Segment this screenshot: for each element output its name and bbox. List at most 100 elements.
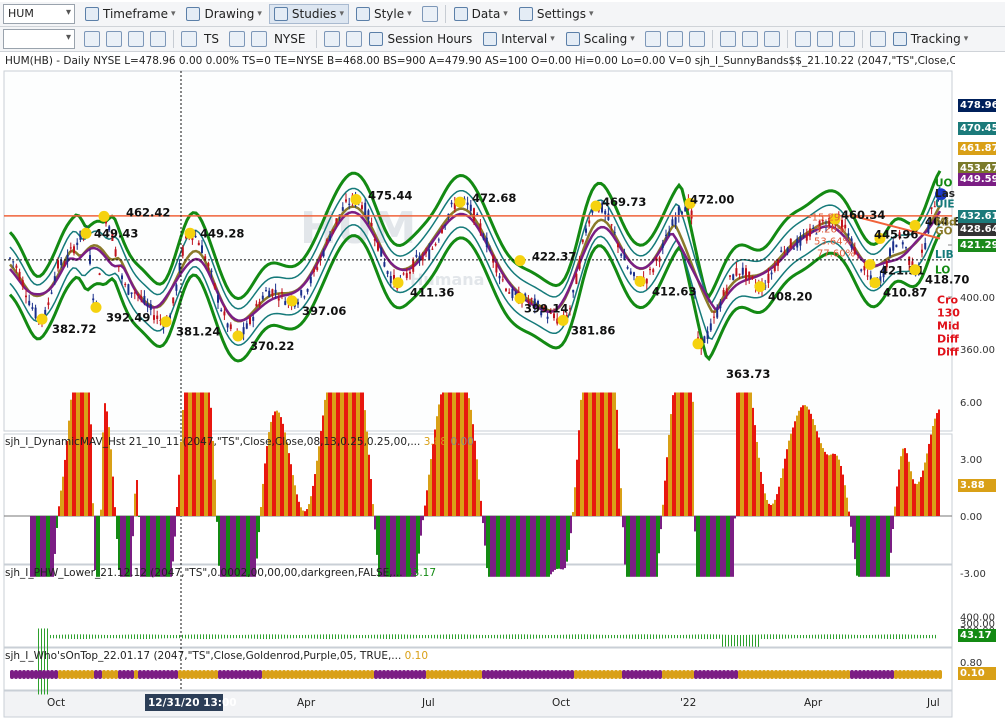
candle-body <box>409 271 411 274</box>
fit-icon[interactable] <box>838 31 855 47</box>
ind2-bar <box>602 634 603 639</box>
ind1-histogram-bar <box>182 409 184 516</box>
ind1-histogram-bar <box>820 443 822 516</box>
session-hours-button[interactable]: Session Hours <box>365 29 476 49</box>
ind3-strip-segment <box>146 670 150 679</box>
ind1-histogram-bar <box>930 434 932 516</box>
candle-body <box>610 224 613 226</box>
ind2-bar <box>221 634 222 639</box>
candle-icon[interactable] <box>666 31 683 47</box>
zoom-out-icon[interactable] <box>816 31 833 47</box>
ind2-bar <box>533 634 534 639</box>
swing-price-label: 469.73 <box>602 195 646 209</box>
ind3-strip-segment <box>386 670 390 679</box>
ind2-bar <box>800 634 801 639</box>
candle-body <box>441 229 443 233</box>
ind3-strip-segment <box>246 670 250 679</box>
ind3-strip-segment <box>622 670 626 679</box>
ind1-histogram-bar <box>670 414 672 516</box>
ind3-strip-segment <box>538 670 542 679</box>
swing-point-marker <box>557 314 569 326</box>
data-button[interactable]: Data ▾ <box>450 4 512 24</box>
ind3-strip-segment <box>226 670 230 679</box>
timeframe-button[interactable]: Timeframe ▾ <box>81 4 179 24</box>
ind3-strip-segment <box>150 670 154 679</box>
ind2-bar <box>788 634 789 639</box>
ind2-bar <box>524 634 525 639</box>
scaling-button[interactable]: Scaling ▾ <box>562 29 639 49</box>
ind3-strip-segment <box>182 670 186 679</box>
ind2-bar <box>782 634 783 639</box>
settings-button[interactable]: Settings ▾ <box>515 4 598 24</box>
chart-canvas[interactable]: HUMHumana440.00400.00360.00462.42449.434… <box>0 53 1005 721</box>
ind1-histogram-bar <box>552 516 554 572</box>
ind1-histogram-bar <box>792 427 794 516</box>
ind1-histogram-bar <box>512 516 514 577</box>
ind1-histogram-bar <box>348 392 350 516</box>
swing-point-marker <box>36 313 48 325</box>
ind3-strip-segment <box>506 670 510 679</box>
interval-button[interactable]: Interval ▾ <box>479 29 559 49</box>
grid-icon[interactable] <box>128 31 144 47</box>
ind3-strip-segment <box>166 670 170 679</box>
ind3-strip-segment <box>890 670 894 679</box>
candle-body <box>889 248 891 257</box>
line-icon[interactable] <box>763 31 780 47</box>
chart-area[interactable]: HUMHumana440.00400.00360.00462.42449.434… <box>0 53 1005 721</box>
calc-icon[interactable] <box>346 31 363 47</box>
candle-body <box>50 292 53 294</box>
nyse-button[interactable]: NYSE <box>270 29 310 49</box>
ind3-strip-segment <box>794 670 798 679</box>
ind1-histogram-bar <box>800 407 802 516</box>
ind2-bar <box>671 634 672 639</box>
swing-point-marker <box>232 330 244 342</box>
studies-button[interactable]: Studies ▾ <box>268 4 349 24</box>
ind1-histogram-bar <box>216 516 218 522</box>
ind2-bar <box>686 634 687 639</box>
candle-body <box>28 300 31 306</box>
ind1-histogram-bar <box>424 505 426 516</box>
candle-body <box>738 273 741 275</box>
ind1-histogram-bar <box>438 404 440 516</box>
style-button[interactable]: Style ▾ <box>352 4 416 24</box>
ohlc-icon[interactable] <box>719 31 736 47</box>
ind1-histogram-bar <box>660 516 662 530</box>
ind3-strip-segment <box>342 670 346 679</box>
symbol-input[interactable]: HUM <box>3 4 75 24</box>
candle-hollow-icon[interactable] <box>688 31 705 47</box>
chart-type-icon[interactable] <box>228 31 245 47</box>
bar-chart-icon[interactable] <box>644 31 661 47</box>
ind3-strip-segment <box>534 670 538 679</box>
ind2-bar <box>932 634 933 639</box>
link-icon[interactable] <box>84 31 100 47</box>
candle-body <box>197 242 200 246</box>
ind1-histogram-bar <box>524 516 526 577</box>
time-axis-label: Oct <box>552 697 570 709</box>
right-note: Cro <box>937 294 958 307</box>
drawing-button[interactable]: Drawing ▾ <box>182 4 265 24</box>
tracking-button[interactable]: Tracking ▾ <box>889 29 973 49</box>
target-icon[interactable] <box>181 31 197 47</box>
zoom-in-icon[interactable] <box>794 31 811 47</box>
chart-style-icon[interactable] <box>250 31 267 47</box>
ts-button[interactable]: TS <box>200 29 223 49</box>
grid-toggle-icon[interactable] <box>869 31 886 47</box>
volume-icon[interactable] <box>741 31 758 47</box>
ind1-histogram-bar <box>758 457 760 516</box>
ind2-bar <box>896 634 897 640</box>
layout-icon[interactable] <box>421 6 438 22</box>
interval-input[interactable] <box>3 29 75 49</box>
ind3-strip-segment <box>338 670 342 679</box>
refresh-icon[interactable] <box>106 31 122 47</box>
ind2-bar <box>902 634 903 639</box>
candle-body <box>265 290 267 292</box>
candle-body <box>332 229 335 231</box>
cube-icon[interactable] <box>324 31 341 47</box>
ind1-histogram-bar <box>886 516 888 577</box>
zoom-icon[interactable] <box>150 31 166 47</box>
ind2-bar <box>548 634 549 639</box>
ind1-histogram-bar <box>712 516 714 577</box>
ind2-bar <box>125 634 126 639</box>
candle-body <box>306 288 309 292</box>
candle-body <box>137 294 139 296</box>
